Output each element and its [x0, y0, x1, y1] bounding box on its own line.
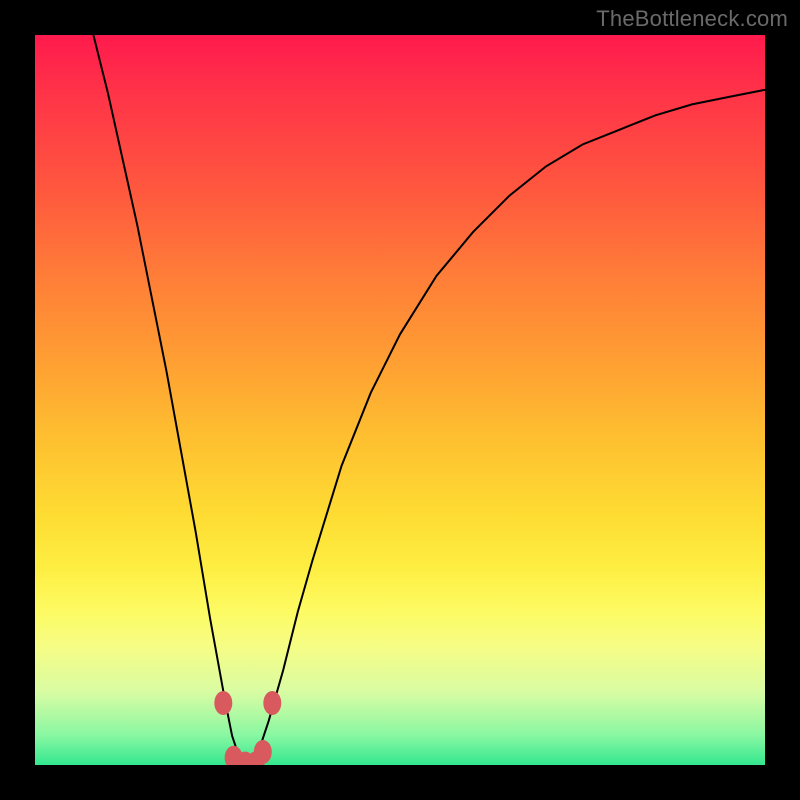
curve-marker	[214, 691, 232, 715]
bottleneck-curve	[93, 35, 765, 765]
chart-frame: TheBottleneck.com	[0, 0, 800, 800]
curve-markers	[214, 691, 281, 765]
chart-svg	[35, 35, 765, 765]
chart-plot-area	[35, 35, 765, 765]
curve-marker	[263, 691, 281, 715]
curve-marker	[254, 740, 272, 764]
watermark-text: TheBottleneck.com	[596, 6, 788, 32]
